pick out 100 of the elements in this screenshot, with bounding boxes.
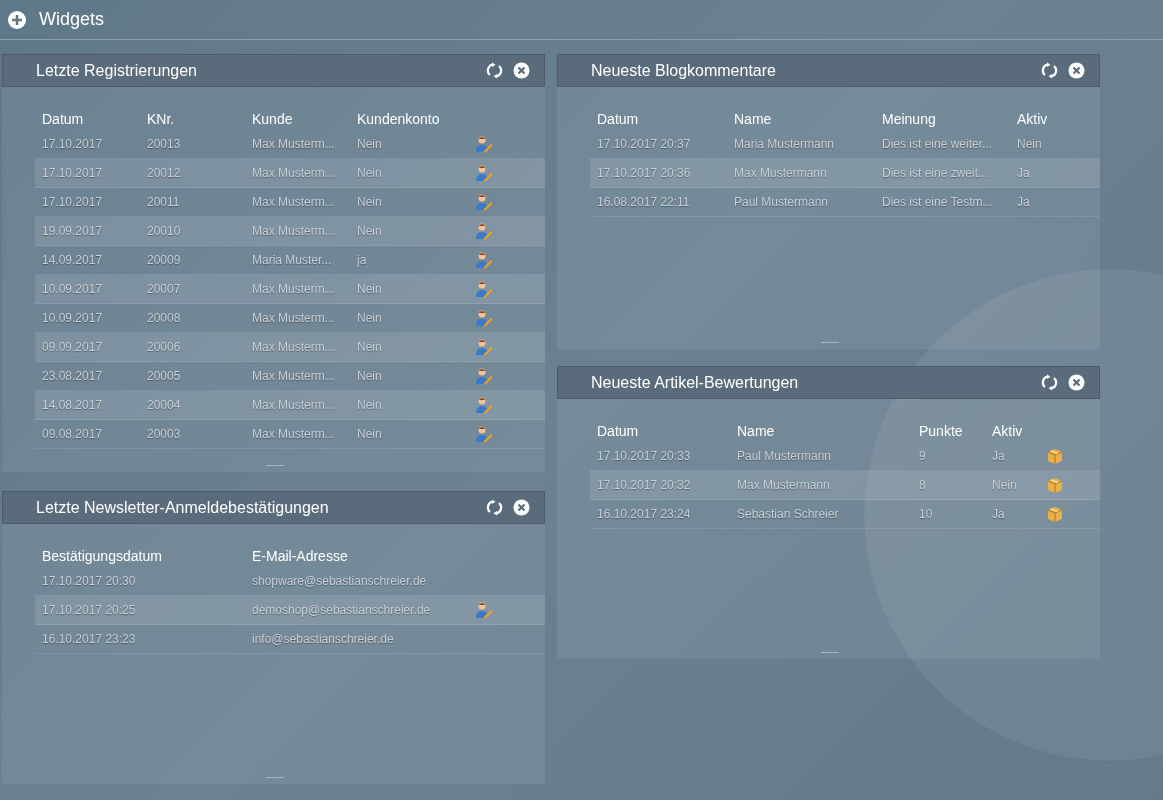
table-row[interactable]: 16.08.2017 22:11 Paul Mustermann Dies ist eine Testm... Ja <box>590 188 1100 217</box>
widget-header[interactable]: Neueste Artikel-Bewertungen <box>557 366 1100 399</box>
table-cell-text: Nein <box>356 397 383 414</box>
table-cell-text: 20011 <box>146 194 181 211</box>
table-row[interactable]: 09.08.2017 20003 Max Musterm... Nein <box>35 420 545 449</box>
table-cell-text: demoshop@sebastianschreier.de <box>251 602 432 619</box>
table-row[interactable]: 17.10.2017 20012 Max Musterm... Nein <box>35 159 545 188</box>
box-icon[interactable] <box>1045 447 1064 465</box>
resize-handle[interactable] <box>821 342 839 343</box>
user-edit-icon[interactable] <box>474 164 493 182</box>
table-cell-text: Max Musterm... <box>251 310 336 327</box>
table-row[interactable]: 10.09.2017 20007 Max Musterm... Nein <box>35 275 545 304</box>
table-row[interactable]: 17.10.2017 20:37 Maria Mustermann Dies ist eine weiter... Nein <box>590 130 1100 159</box>
table-cell-text: 09.09.2017 <box>41 339 104 356</box>
column-header[interactable]: Name <box>730 421 912 442</box>
column-header[interactable]: Datum <box>590 421 730 442</box>
table-row[interactable]: 17.10.2017 20:25 demoshop@sebastianschreier.de <box>35 596 545 625</box>
resize-handle[interactable] <box>821 652 839 653</box>
table-row[interactable]: 17.10.2017 20013 Max Musterm... Nein <box>35 130 545 159</box>
column-header[interactable]: Datum <box>35 109 140 130</box>
resize-handle[interactable] <box>266 465 284 466</box>
user-edit-icon[interactable] <box>474 367 493 385</box>
table-cell-text: 17.10.2017 20:25 <box>41 602 137 619</box>
table-cell-text: 17.10.2017 20:37 <box>596 136 692 153</box>
widget-title: Letzte Registrierungen <box>36 60 197 81</box>
table-cell-text: 17.10.2017 20:36 <box>596 165 692 182</box>
user-edit-icon[interactable] <box>474 425 493 443</box>
table-row[interactable]: 19.09.2017 20010 Max Musterm... Nein <box>35 217 545 246</box>
user-edit-icon[interactable] <box>474 251 493 269</box>
table-cell-text: 16.10.2017 23:24 <box>596 506 692 523</box>
widget-header[interactable]: Neueste Blogkommentare <box>557 54 1100 87</box>
table-cell-text: Max Musterm... <box>251 136 336 153</box>
box-icon[interactable] <box>1045 505 1064 523</box>
user-edit-icon[interactable] <box>474 193 493 211</box>
table-row[interactable]: 17.10.2017 20011 Max Musterm... Nein <box>35 188 545 217</box>
close-icon[interactable] <box>513 62 530 79</box>
table-cell-text: 10 <box>918 506 934 523</box>
user-edit-icon[interactable] <box>474 601 493 619</box>
add-icon[interactable] <box>7 9 27 30</box>
table-row[interactable]: 14.09.2017 20009 Maria Muster... ja <box>35 246 545 275</box>
table-row[interactable]: 10.09.2017 20008 Max Musterm... Nein <box>35 304 545 333</box>
table-cell-text: info@sebastianschreier.de <box>251 631 395 648</box>
table-row[interactable]: 16.10.2017 23:23 info@sebastianschreier.de <box>35 625 545 654</box>
table-cell-text: Dies ist eine zweit... <box>881 165 990 182</box>
close-icon[interactable] <box>513 499 530 516</box>
table-cell-text: 20009 <box>146 252 182 269</box>
page-title: Widgets <box>39 8 105 31</box>
table-cell-text: Ja <box>1016 165 1031 182</box>
table-cell-text: 23.08.2017 <box>41 368 104 385</box>
table-cell-text: 20007 <box>146 281 182 298</box>
table-cell-text: 20012 <box>146 165 182 182</box>
table-cell-text: Max Mustermann <box>736 477 831 494</box>
user-edit-icon[interactable] <box>474 280 493 298</box>
close-icon[interactable] <box>1068 62 1085 79</box>
column-header[interactable]: E-Mail-Adresse <box>245 546 455 567</box>
box-icon[interactable] <box>1045 476 1064 494</box>
user-edit-icon[interactable] <box>474 222 493 240</box>
table-cell-text: 20010 <box>146 223 182 240</box>
user-edit-icon[interactable] <box>474 396 493 414</box>
widget-header[interactable]: Letzte Newsletter-Anmeldebestätigungen <box>2 491 545 524</box>
widget-header[interactable]: Letzte Registrierungen <box>2 54 545 87</box>
table-row[interactable]: 09.09.2017 20006 Max Musterm... Nein <box>35 333 545 362</box>
refresh-icon[interactable] <box>486 499 503 516</box>
table-cell-text: Nein <box>356 281 383 298</box>
close-icon[interactable] <box>1068 374 1085 391</box>
table-row[interactable]: 17.10.2017 20:32 Max Mustermann 8 Nein <box>590 471 1100 500</box>
table-cell-text: Paul Mustermann <box>733 194 830 211</box>
table-cell-text: Nein <box>356 310 383 327</box>
column-header[interactable]: Kundenkonto <box>350 109 455 130</box>
refresh-icon[interactable] <box>1041 62 1058 79</box>
table-cell-text: 17.10.2017 <box>41 136 104 153</box>
table-row[interactable]: 23.08.2017 20005 Max Musterm... Nein <box>35 362 545 391</box>
user-edit-icon[interactable] <box>474 135 493 153</box>
column-header[interactable]: Name <box>727 109 875 130</box>
column-header[interactable]: Aktiv <box>985 421 1042 442</box>
table-cell-text: Max Musterm... <box>251 223 336 240</box>
table-row[interactable]: 16.10.2017 23:24 Sebastian Schreier 10 Ja <box>590 500 1100 529</box>
table-row[interactable]: 17.10.2017 20:30 shopware@sebastianschreier.de <box>35 567 545 596</box>
table-cell-text: Max Musterm... <box>251 194 336 211</box>
refresh-icon[interactable] <box>486 62 503 79</box>
table-cell-text: 20008 <box>146 310 182 327</box>
column-header[interactable]: Bestätigungsdatum <box>35 546 245 567</box>
column-header[interactable]: Kunde <box>245 109 350 130</box>
column-header[interactable]: Datum <box>590 109 727 130</box>
column-header[interactable]: Meinung <box>875 109 1010 130</box>
user-edit-icon[interactable] <box>474 309 493 327</box>
resize-handle[interactable] <box>266 777 284 778</box>
user-edit-icon[interactable] <box>474 338 493 356</box>
column-header[interactable]: KNr. <box>140 109 245 130</box>
column-header[interactable]: Punkte <box>912 421 985 442</box>
table-cell-text: Nein <box>1016 136 1043 153</box>
table-cell-text: Nein <box>356 368 383 385</box>
table-row[interactable]: 14.08.2017 20004 Max Musterm... Nein <box>35 391 545 420</box>
table-cell-text: Max Musterm... <box>251 368 336 385</box>
column-header[interactable]: Aktiv <box>1010 109 1067 130</box>
widget-title: Letzte Newsletter-Anmeldebestätigungen <box>36 497 329 518</box>
refresh-icon[interactable] <box>1041 374 1058 391</box>
table-cell-text: Dies ist eine weiter... <box>881 136 994 153</box>
table-row[interactable]: 17.10.2017 20:33 Paul Mustermann 9 Ja <box>590 442 1100 471</box>
table-row[interactable]: 17.10.2017 20:36 Max Mustermann Dies ist eine zweit... Ja <box>590 159 1100 188</box>
